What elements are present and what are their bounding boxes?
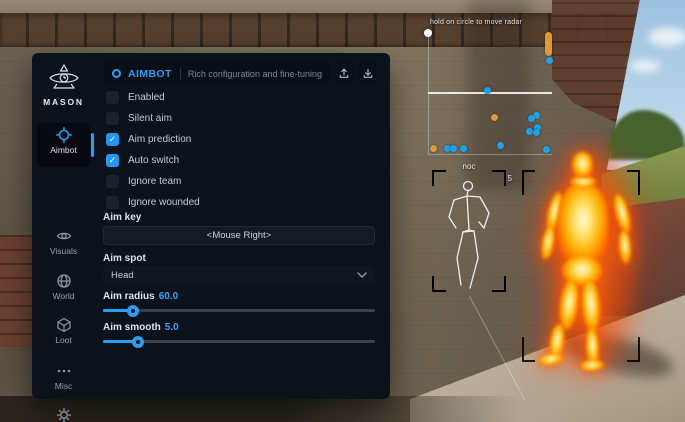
- radar-drag-handle[interactable]: [424, 29, 432, 37]
- tab-content: AIMBOT Rich configuration and fine-tunin…: [95, 53, 390, 399]
- skeleton-esp-box: noc 5: [432, 170, 506, 292]
- import-config-button[interactable]: [359, 62, 377, 84]
- radar-bottom-edge: [428, 154, 552, 155]
- radar-hint: hold on circle to move radar: [430, 19, 522, 26]
- sidebar-item-visuals[interactable]: Visuals: [32, 228, 95, 264]
- ellipsis-icon: [56, 363, 72, 379]
- radar-blip: [497, 142, 504, 149]
- player-esp-box: [522, 170, 640, 362]
- radar-blip: [491, 114, 498, 121]
- toggle-silent-aim[interactable]: Silent aim: [106, 110, 172, 126]
- globe-icon: [56, 273, 72, 289]
- chevron-down-icon: [357, 272, 367, 278]
- checkbox[interactable]: [106, 112, 119, 125]
- mason-eye-icon: [46, 63, 82, 93]
- tab-subtitle: Rich configuration and fine-tuning: [188, 69, 322, 79]
- sidebar-item-settings[interactable]: Settings: [32, 407, 95, 422]
- radar[interactable]: hold on circle to move radar: [424, 18, 556, 158]
- checkbox[interactable]: [106, 154, 119, 167]
- cloud: [648, 28, 685, 46]
- radar-blip: [460, 145, 467, 152]
- skeleton-esp: [432, 170, 506, 292]
- aim-radius-label: Aim radius: [103, 291, 155, 302]
- eye-icon: [56, 228, 72, 244]
- radar-blip: [430, 145, 437, 152]
- toggle-ignore-team[interactable]: Ignore team: [106, 173, 181, 189]
- tab-title: AIMBOT: [128, 68, 172, 80]
- radar-blip: [526, 128, 533, 135]
- upload-icon: [338, 67, 350, 80]
- sidebar-item-aimbot[interactable]: Aimbot: [32, 127, 95, 163]
- cheat-menu-panel: MASON Aimbot Visuals: [32, 53, 390, 399]
- download-icon: [362, 67, 374, 80]
- brand-name: MASON: [32, 97, 95, 107]
- radar-blip: [543, 146, 550, 153]
- cube-icon: [56, 317, 72, 333]
- checkbox[interactable]: [106, 133, 119, 146]
- red-bricks: [0, 235, 34, 347]
- aim-smooth-value: 5.0: [165, 322, 179, 333]
- slider-thumb[interactable]: [132, 336, 144, 348]
- radar-left-edge: [428, 37, 429, 154]
- radar-blip: [450, 145, 457, 152]
- tab-header: AIMBOT Rich configuration and fine-tunin…: [103, 62, 331, 85]
- checkbox[interactable]: [106, 91, 119, 104]
- toggle-ignore-wounded[interactable]: Ignore wounded: [106, 194, 200, 210]
- crosshair-icon: [56, 127, 72, 143]
- toggle-enabled[interactable]: Enabled: [106, 89, 165, 105]
- aim-key-label: Aim key: [103, 212, 141, 223]
- sidebar-item-world[interactable]: World: [32, 273, 95, 309]
- aim-smooth-label: Aim smooth: [103, 322, 161, 333]
- aim-spot-value: Head: [111, 270, 134, 281]
- radar-blip: [484, 87, 491, 94]
- cloud: [630, 60, 660, 72]
- sidebar-item-misc[interactable]: Misc: [32, 363, 95, 399]
- aim-radius-control: Aim radius 60.0: [103, 291, 375, 312]
- aim-smooth-control: Aim smooth 5.0: [103, 322, 375, 343]
- checkbox[interactable]: [106, 196, 119, 209]
- radar-blip: [546, 57, 553, 64]
- aim-key-bind-button[interactable]: <Mouse Right>: [103, 226, 375, 245]
- slider-thumb[interactable]: [127, 305, 139, 317]
- player-distance-label: 5: [508, 174, 512, 183]
- export-config-button[interactable]: [335, 62, 353, 84]
- game-screen: noc 5 hold on circle to move radar: [0, 0, 685, 422]
- sidebar-item-loot[interactable]: Loot: [32, 317, 95, 353]
- ring-icon: [112, 69, 121, 78]
- brand-logo: MASON: [32, 63, 95, 107]
- gear-icon: [56, 407, 72, 422]
- toggle-auto-switch[interactable]: Auto switch: [106, 152, 179, 168]
- radar-blip: [528, 115, 535, 122]
- player-name-label: noc: [432, 162, 506, 171]
- toggle-aim-prediction[interactable]: Aim prediction: [106, 131, 191, 147]
- aim-spot-select[interactable]: Head: [103, 266, 375, 284]
- sidebar: MASON Aimbot Visuals: [32, 53, 95, 399]
- aim-radius-slider[interactable]: [103, 309, 375, 312]
- radar-blip: [545, 32, 552, 56]
- radar-blip: [533, 129, 540, 136]
- aim-radius-value: 60.0: [159, 291, 178, 302]
- checkbox[interactable]: [106, 175, 119, 188]
- aim-smooth-slider[interactable]: [103, 340, 375, 343]
- aim-spot-label: Aim spot: [103, 253, 146, 264]
